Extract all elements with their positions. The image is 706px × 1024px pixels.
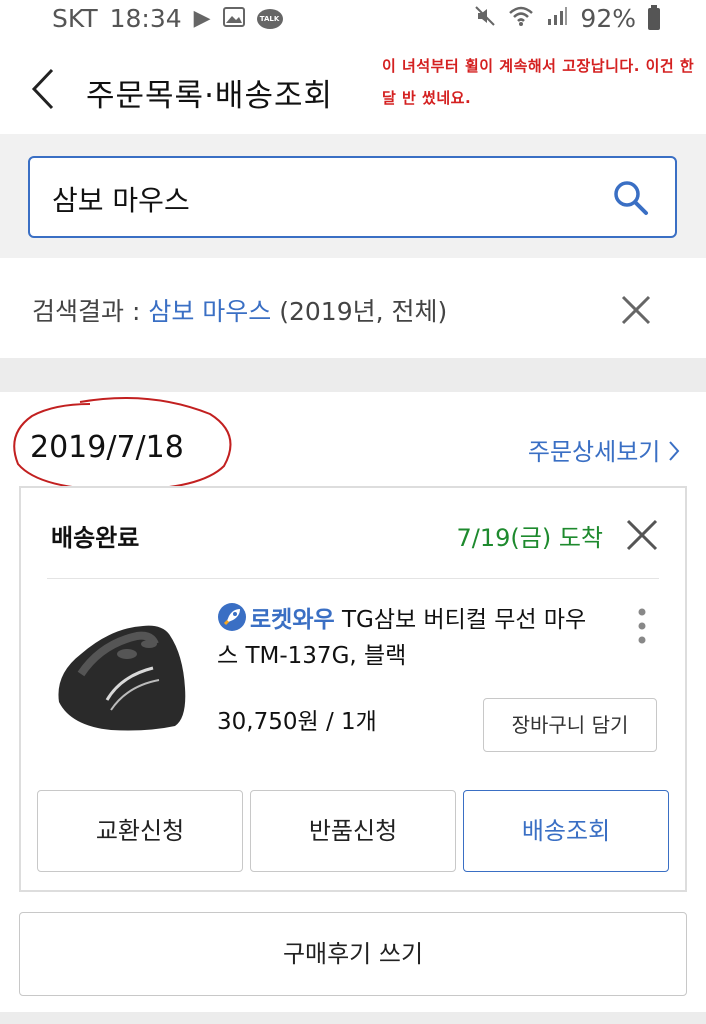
status-bar-left: SKT 18:34 ▶ TALK xyxy=(52,4,283,33)
search-icon[interactable] xyxy=(611,178,651,218)
back-button[interactable] xyxy=(24,64,64,114)
delivery-status: 배송완료 xyxy=(51,524,140,552)
status-bar-right: 92% xyxy=(474,4,660,33)
search-result-text: 검색결과 : 삼보 마우스 (2019년, 전체) xyxy=(32,292,447,328)
battery-percent: 92% xyxy=(580,4,636,33)
order-section: 2019/7/18 주문상세보기 배송완료 7/19(금) 도착 로켓와우 TG… xyxy=(0,392,706,1012)
mute-icon xyxy=(474,4,496,33)
search-result-bar: 검색결과 : 삼보 마우스 (2019년, 전체) xyxy=(0,258,706,358)
wifi-icon xyxy=(508,4,534,33)
search-area: 삼보 마우스 xyxy=(0,134,706,258)
chevron-right-icon xyxy=(669,441,680,461)
product-name[interactable]: 로켓와우 TG삼보 버티컬 무선 마우스 TM-137G, 블랙 xyxy=(217,602,607,674)
write-review-button[interactable]: 구매후기 쓰기 xyxy=(19,912,687,996)
image-icon xyxy=(222,4,245,33)
order-date: 2019/7/18 xyxy=(30,430,184,465)
status-bar: SKT 18:34 ▶ TALK 92% xyxy=(0,0,706,38)
track-delivery-button[interactable]: 배송조회 xyxy=(463,790,669,872)
result-keyword: 삼보 마우스 xyxy=(148,297,272,326)
order-card: 배송완료 7/19(금) 도착 로켓와우 TG삼보 버티컬 무선 마우스 TM-… xyxy=(19,486,687,892)
order-detail-link[interactable]: 주문상세보기 xyxy=(528,432,680,467)
more-options-icon[interactable] xyxy=(637,606,647,646)
search-input[interactable]: 삼보 마우스 xyxy=(28,156,677,238)
divider xyxy=(47,578,659,579)
add-to-cart-button[interactable]: 장바구니 담기 xyxy=(483,698,657,752)
app-header: 주문목록·배송조회 이 녀석부터 휠이 계속해서 고장납니다. 이건 한달 반 … xyxy=(0,38,706,134)
arrival-date: 7/19(금) 도착 xyxy=(456,524,604,552)
chevron-left-icon xyxy=(31,68,54,110)
result-prefix: 검색결과 : xyxy=(32,297,149,326)
page-title: 주문목록·배송조회 xyxy=(86,78,334,114)
close-icon xyxy=(626,519,658,551)
product-image[interactable] xyxy=(51,614,197,734)
search-input-value: 삼보 마우스 xyxy=(52,184,190,217)
rocket-icon xyxy=(217,602,247,632)
product-price: 30,750원 / 1개 xyxy=(217,709,377,735)
rocket-wow-badge: 로켓와우 xyxy=(250,607,335,633)
clock: 18:34 xyxy=(109,4,182,33)
delete-order-button[interactable] xyxy=(625,518,659,552)
order-detail-label: 주문상세보기 xyxy=(527,438,661,466)
talk-icon: TALK xyxy=(256,8,283,29)
result-suffix: (2019년, 전체) xyxy=(271,297,448,326)
battery-icon xyxy=(648,4,660,30)
close-icon xyxy=(621,295,651,325)
annotation-note: 이 녀석부터 휠이 계속해서 고장납니다. 이건 한달 반 썼네요. xyxy=(382,57,695,107)
carrier-label: SKT xyxy=(52,4,98,33)
play-icon: ▶ xyxy=(193,6,211,31)
exchange-request-button[interactable]: 교환신청 xyxy=(37,790,243,872)
return-request-button[interactable]: 반품신청 xyxy=(250,790,456,872)
clear-result-button[interactable] xyxy=(620,294,652,326)
signal-icon xyxy=(546,4,568,33)
